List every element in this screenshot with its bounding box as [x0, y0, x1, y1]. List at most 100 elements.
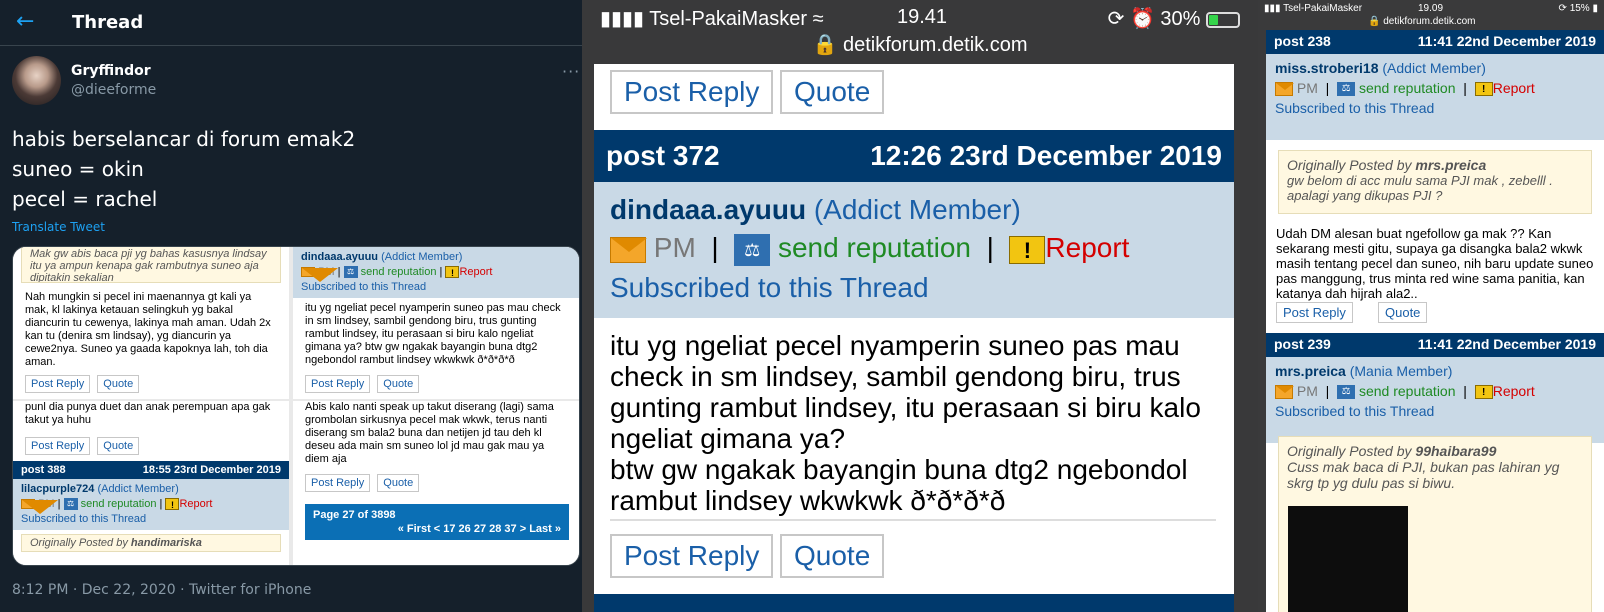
report-icon[interactable]: ! [1474, 82, 1493, 97]
quote-button[interactable]: Quote [1378, 302, 1428, 323]
post-number: post 388 [21, 464, 66, 476]
url-text[interactable]: detikforum.detik.com [1383, 16, 1475, 27]
reputation-icon[interactable]: ⚖ [63, 498, 78, 511]
report-icon[interactable]: ! [165, 498, 180, 511]
media-quad-top-left[interactable]: Mak gw abis baca pji yg bahas kasusnya l… [13, 247, 289, 399]
pm-label[interactable]: PM [1297, 80, 1318, 96]
quote-button[interactable]: Quote [97, 375, 140, 393]
media-quad-bottom-left[interactable]: punl dia punya duet dan anak perempuan a… [13, 401, 289, 565]
quoted-text: Cuss mak baca di PJI, bukan pas lahiran … [1287, 459, 1560, 491]
media-quad-top-right[interactable]: dindaaa.ayuuu (Addict Member) PM | ⚖ sen… [293, 247, 579, 399]
address-bar[interactable]: 🔒 detikforum.detik.com [1368, 16, 1476, 27]
post-date: 11:41 22nd December 2019 [1417, 336, 1596, 352]
report-icon[interactable]: ! [1474, 385, 1493, 400]
report-link[interactable]: Report [1493, 383, 1535, 399]
quote-button[interactable]: Quote [780, 70, 885, 114]
subscribed-link[interactable]: Subscribed to this Thread [21, 512, 281, 527]
report-link[interactable]: Report [1493, 80, 1535, 96]
pm-envelope-icon[interactable] [1275, 82, 1294, 97]
post-reply-button[interactable]: Post Reply [610, 534, 774, 578]
pagination-bar[interactable]: Page 27 of 3898 « First < 17 26 27 28 37… [305, 504, 569, 540]
send-reputation-link[interactable]: send reputation [1359, 80, 1456, 96]
rotation-lock-icon: ⟳ [1558, 3, 1567, 14]
subscribed-link[interactable]: Subscribed to this Thread [610, 272, 929, 304]
post-reply-button[interactable]: Post Reply [610, 70, 774, 114]
user-name[interactable]: Gryffindor [71, 63, 151, 79]
page-navigation[interactable]: « First < 17 26 27 28 37 > Last » [313, 522, 561, 536]
post-reply-button[interactable]: Post Reply [25, 375, 91, 393]
quote-button[interactable]: Quote [97, 437, 140, 455]
post-body: Abis kalo nanti speak up takut diserang … [305, 401, 554, 465]
report-link[interactable]: Report [459, 266, 492, 278]
reputation-icon[interactable]: ⚖ [1337, 385, 1356, 400]
quote-button[interactable]: Quote [780, 534, 885, 578]
pm-envelope-icon[interactable] [610, 236, 647, 263]
address-bar[interactable]: 🔒 detikforum.detik.com [582, 32, 1258, 57]
post-reply-button[interactable]: Post Reply [305, 375, 371, 393]
reputation-icon[interactable]: ⚖ [734, 233, 771, 266]
send-reputation-link[interactable]: send reputation [361, 266, 437, 278]
tweet-meta: 8:12 PM · Dec 22, 2020 · Twitter for iPh… [12, 582, 312, 598]
post-message: itu yg ngeliat pecel nyamperin suneo pas… [610, 330, 1220, 516]
subscribed-link[interactable]: Subscribed to this Thread [301, 280, 573, 295]
clock: 19.09 [1418, 3, 1444, 14]
quoted-username[interactable]: handimariska [131, 537, 202, 549]
carrier-name: Tsel-PakaiMasker [1283, 3, 1363, 14]
user-info-box: lilacpurple724 (Addict Member) PM | ⚖ se… [13, 479, 289, 530]
report-link[interactable]: Report [179, 498, 212, 510]
back-arrow-icon[interactable]: ← [16, 10, 40, 35]
quoted-post: Originally Posted by mrs.preica gw belom… [1278, 150, 1592, 214]
reputation-icon[interactable]: ⚖ [343, 266, 358, 279]
tweet-media-grid[interactable]: Mak gw abis baca pji yg bahas kasusnya l… [12, 246, 580, 566]
battery-percent: 30% [1160, 8, 1201, 30]
post-header: post 239 11:41 22nd December 2019 [1266, 333, 1604, 357]
member-role: (Addict Member) [813, 194, 1021, 225]
post-date: 11:41 22nd December 2019 [1417, 33, 1596, 49]
page-count: Page 27 of 3898 [313, 509, 396, 521]
post-username[interactable]: miss.stroberi18 [1275, 60, 1379, 76]
send-reputation-link[interactable]: send reputation [81, 498, 157, 510]
media-quad-bottom-right[interactable]: Abis kalo nanti speak up takut diserang … [293, 401, 579, 565]
post-reply-button[interactable]: Post Reply [305, 474, 371, 492]
pm-label[interactable]: PM [1297, 383, 1318, 399]
divider [610, 519, 1216, 521]
send-reputation-link[interactable]: send reputation [778, 232, 971, 263]
member-role: (Mania Member) [1349, 363, 1453, 379]
pm-envelope-icon[interactable] [301, 267, 338, 283]
send-reputation-link[interactable]: send reputation [1359, 383, 1456, 399]
forum-screenshot-large: ▮▮▮▮ Tsel-PakaiMasker ≈ 19.41 ⟳ ⏰ 30% 🔒 … [582, 0, 1258, 612]
tweet-text: habis berselancar di forum emak2 suneo =… [12, 124, 355, 214]
quoted-post: Mak gw abis baca pji yg bahas kasusnya l… [21, 247, 281, 283]
embedded-image[interactable] [1288, 506, 1408, 612]
report-icon[interactable]: ! [445, 266, 460, 279]
quote-button[interactable]: Quote [377, 474, 420, 492]
more-options-icon[interactable]: ··· [562, 62, 580, 81]
quote-button[interactable]: Quote [377, 375, 420, 393]
user-handle[interactable]: @dieeforme [71, 82, 156, 98]
url-text[interactable]: detikforum.detik.com [843, 34, 1028, 56]
avatar[interactable] [12, 56, 61, 105]
quoted-username[interactable]: 99haibara99 [1415, 443, 1496, 459]
translate-tweet-link[interactable]: Translate Tweet [12, 220, 105, 234]
report-link[interactable]: Report [1045, 232, 1129, 263]
subscribed-link[interactable]: Subscribed to this Thread [1275, 98, 1595, 118]
post-reply-button[interactable]: Post Reply [25, 437, 91, 455]
user-info-box: mrs.preica (Mania Member) PM | ⚖ send re… [1266, 357, 1604, 443]
post-username[interactable]: mrs.preica [1275, 363, 1346, 379]
post-username[interactable]: lilacpurple724 [21, 483, 94, 495]
post-username[interactable]: dindaaa.ayuuu [610, 194, 806, 225]
subscribed-link[interactable]: Subscribed to this Thread [1275, 401, 1595, 421]
rotation-lock-icon: ⟳ [1107, 8, 1125, 30]
pm-envelope-icon[interactable] [21, 499, 58, 515]
quoted-username[interactable]: mrs.preica [1415, 157, 1486, 173]
quoted-text: gw belom di acc mulu sama PJI mak , zebe… [1287, 173, 1553, 203]
report-icon[interactable]: ! [1009, 235, 1046, 264]
post-header: post 238 11:41 22nd December 2019 [1266, 30, 1604, 54]
pm-envelope-icon[interactable] [1275, 385, 1294, 400]
post-reply-button[interactable]: Post Reply [1276, 302, 1353, 323]
pm-label[interactable]: PM [654, 232, 696, 263]
post-username[interactable]: dindaaa.ayuuu [301, 251, 378, 263]
alarm-icon: ⏰ [1129, 8, 1155, 30]
reputation-icon[interactable]: ⚖ [1337, 82, 1356, 97]
post-date: 18:55 23rd December 2019 [142, 464, 281, 476]
